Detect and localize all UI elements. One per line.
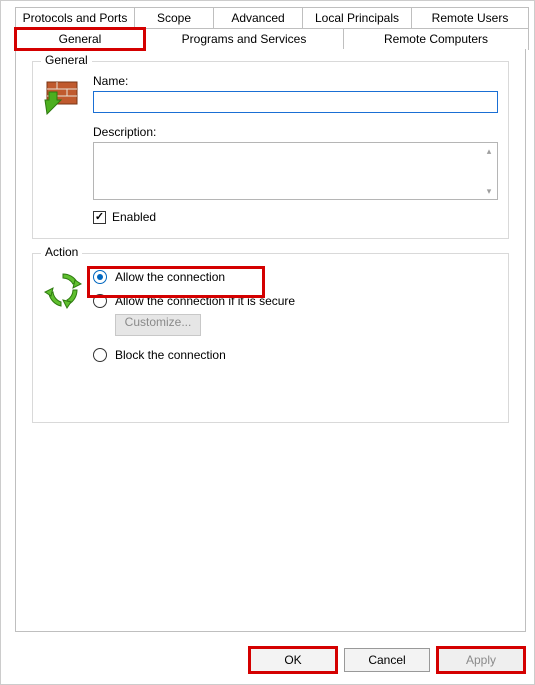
tab-programs-services[interactable]: Programs and Services <box>144 28 344 50</box>
tab-local-principals[interactable]: Local Principals <box>302 7 412 28</box>
cancel-button[interactable]: Cancel <box>344 648 430 672</box>
radio-block-label: Block the connection <box>115 348 226 362</box>
radio-block-row[interactable]: Block the connection <box>93 348 498 362</box>
tab-strip: Protocols and Ports Scope Advanced Local… <box>15 7 528 53</box>
group-general: General Name: Descript <box>32 61 509 239</box>
radio-allow-secure-label: Allow the connection if it is secure <box>115 294 295 308</box>
ok-button[interactable]: OK <box>250 648 336 672</box>
tab-scope[interactable]: Scope <box>134 7 214 28</box>
dialog-button-row: OK Cancel Apply <box>250 648 524 672</box>
radio-allow-row[interactable]: Allow the connection <box>87 266 498 288</box>
enabled-row: Enabled <box>93 210 498 224</box>
name-input[interactable] <box>93 91 498 113</box>
radio-block[interactable] <box>93 348 107 362</box>
radio-allow[interactable] <box>93 270 107 284</box>
recycle-icon <box>43 266 83 372</box>
enabled-label: Enabled <box>112 210 156 224</box>
description-input[interactable] <box>94 143 481 199</box>
firewall-rule-properties-dialog: Protocols and Ports Scope Advanced Local… <box>0 0 535 685</box>
scroll-down-icon[interactable]: ▾ <box>483 185 495 197</box>
firewall-icon <box>43 74 83 224</box>
tab-remote-computers[interactable]: Remote Computers <box>343 28 529 50</box>
name-label: Name: <box>93 74 498 88</box>
enabled-checkbox[interactable] <box>93 211 106 224</box>
description-wrap: ▴ ▾ <box>93 142 498 200</box>
radio-allow-secure-row[interactable]: Allow the connection if it is secure <box>93 294 498 308</box>
apply-button[interactable]: Apply <box>438 648 524 672</box>
customize-button: Customize... <box>115 314 201 336</box>
radio-allow-secure[interactable] <box>93 294 107 308</box>
scroll-up-icon[interactable]: ▴ <box>483 145 495 157</box>
radio-allow-label: Allow the connection <box>115 270 225 284</box>
tab-row-back: Protocols and Ports Scope Advanced Local… <box>15 7 528 28</box>
tab-general[interactable]: General <box>15 28 145 50</box>
group-general-legend: General <box>41 53 92 67</box>
tab-protocols-ports[interactable]: Protocols and Ports <box>15 7 135 28</box>
description-label: Description: <box>93 125 498 139</box>
group-action-legend: Action <box>41 245 82 259</box>
tab-advanced[interactable]: Advanced <box>213 7 303 28</box>
group-action: Action Allow the connection <box>32 253 509 423</box>
tab-remote-users[interactable]: Remote Users <box>411 7 529 28</box>
tab-row-front: General Programs and Services Remote Com… <box>15 28 528 50</box>
tab-page-general: General Name: Descript <box>15 49 526 632</box>
